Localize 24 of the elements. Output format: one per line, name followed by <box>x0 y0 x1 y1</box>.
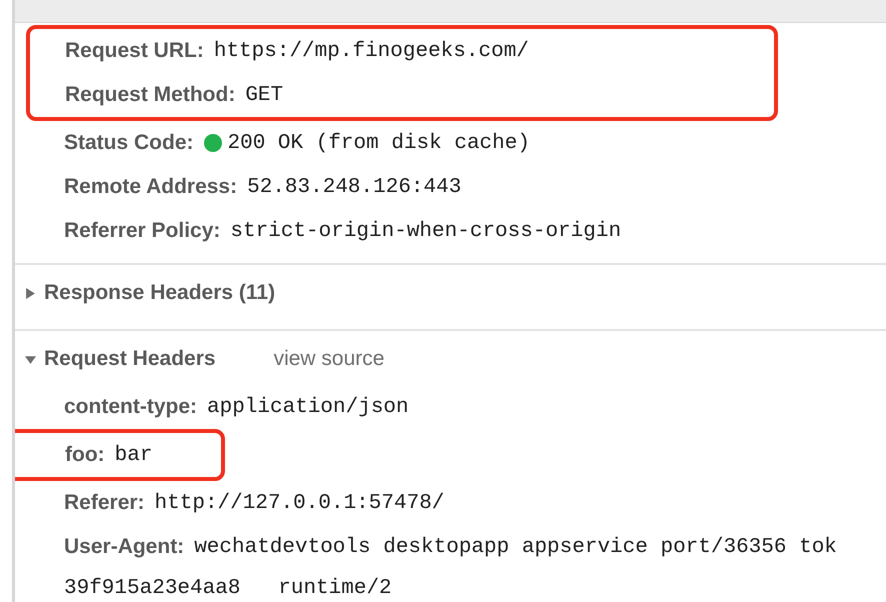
field-label: Request Method: <box>65 83 236 107</box>
view-source-link[interactable]: view source <box>274 347 384 371</box>
field-label: Referer: <box>64 491 145 515</box>
caret-down-icon <box>25 354 36 364</box>
field-label: Request URL: <box>65 39 204 63</box>
field-value: 52.83.248.126:443 <box>247 176 462 198</box>
field-label: Remote Address: <box>64 175 238 199</box>
field-value: 200 OK (from disk cache) <box>228 132 530 154</box>
field-label: foo: <box>65 443 105 467</box>
field-label: Referrer Policy: <box>64 219 220 243</box>
caret-right-icon <box>25 288 36 298</box>
field-value: GET <box>245 84 284 106</box>
field-label: User-Agent: <box>64 535 184 559</box>
field-value: https://mp.finogeeks.com/ <box>214 40 529 62</box>
field-value: bar <box>114 444 152 466</box>
field-label: Status Code: <box>64 131 194 155</box>
field-value: strict-origin-when-cross-origin <box>230 220 622 242</box>
field-label: content-type: <box>64 395 197 419</box>
field-value: wechatdevtools desktopapp appservice port/36356 tok <box>194 536 837 558</box>
section-toggle[interactable]: Response Headers (11) <box>15 281 276 305</box>
field-value: 39f915a23e4aa8 runtime/2 <box>64 576 392 600</box>
section-toggle[interactable]: Request Headers <box>15 347 216 371</box>
field-value: http://127.0.0.1:57478/ <box>154 492 444 514</box>
field-value: application/json <box>207 396 409 418</box>
